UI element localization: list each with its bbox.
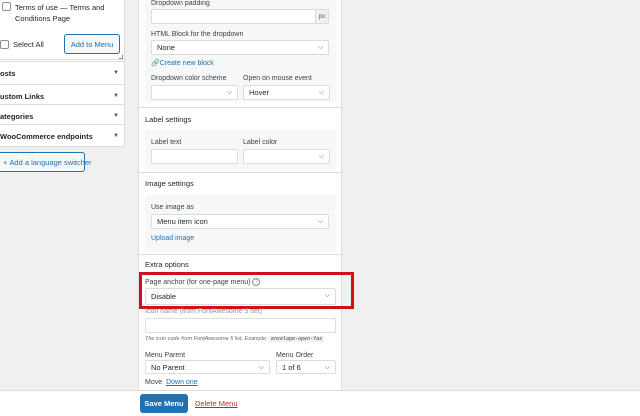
left-menu-panel: Terms of use — Terms and Conditions Page…	[0, 0, 125, 147]
icon-hint-code: envelope-open-fas	[269, 336, 325, 342]
plus-icon: +	[3, 157, 8, 167]
accordion-custom-links-label: ustom Links	[0, 91, 45, 101]
dropdown-color-select[interactable]: ⌵	[151, 85, 238, 100]
icon-name-label: Icon name (from FontAwesome 5 set)	[145, 308, 262, 315]
caret-down-icon: ▼	[113, 113, 119, 119]
px-suffix: px	[315, 10, 328, 23]
dropdown-padding-label: Dropdown padding	[151, 0, 210, 7]
chevron-down-icon: ⌵	[226, 89, 232, 96]
create-new-block-label: Create new block	[159, 60, 214, 67]
upload-image-link[interactable]: Upload image	[151, 235, 194, 242]
menu-parent-label: Menu Parent	[145, 352, 186, 359]
menu-order-value: 1 of 6	[282, 362, 301, 372]
open-on-mouse-value: Hover	[249, 88, 270, 97]
icon-name-input[interactable]	[145, 318, 336, 333]
accordion-posts-label: osts	[0, 68, 16, 78]
chevron-down-icon: ⌵	[317, 44, 323, 51]
add-language-switcher-button[interactable]: + Add a language switcher	[0, 152, 92, 172]
html-block-label: HTML Block for the dropdown	[151, 31, 244, 38]
accordion-woocommerce-endpoints[interactable]: WooCommerce endpoints ▼	[0, 124, 125, 147]
move-label: Move	[145, 379, 163, 386]
label-color-select[interactable]: ⌵	[243, 149, 330, 164]
caret-down-icon: ▼	[113, 133, 119, 139]
use-image-label: Use image as	[151, 204, 194, 211]
label-text-input[interactable]	[151, 149, 238, 164]
menu-parent-select[interactable]: No Parent ⌵	[145, 360, 270, 374]
move-row: Move Down one	[145, 379, 198, 386]
divider	[138, 254, 342, 255]
create-new-block-link[interactable]: 🔗Create new block	[151, 59, 214, 67]
select-all-label: Select All	[13, 40, 44, 49]
highlight-box	[139, 272, 354, 309]
label-color-label: Label color	[243, 139, 278, 146]
menu-order-label: Menu Order	[276, 352, 314, 359]
accordion-woocommerce-label: WooCommerce endpoints	[0, 131, 93, 141]
save-menu-button[interactable]: Save Menu	[140, 394, 188, 413]
select-all-checkbox[interactable]	[0, 40, 9, 49]
accordion-posts[interactable]: osts ▼	[0, 61, 125, 84]
icon-hint: The icon code from FontAwesome 5 list. E…	[145, 336, 325, 342]
image-settings-title: Image settings	[145, 179, 194, 188]
html-block-value: None	[157, 43, 175, 52]
menu-parent-value: No Parent	[151, 362, 185, 372]
extra-options-title: Extra options	[145, 260, 189, 269]
chevron-down-icon: ⌵	[317, 218, 323, 225]
chevron-down-icon: ⌵	[258, 364, 264, 371]
use-image-select[interactable]: Menu item icon ⌵	[151, 214, 329, 229]
terms-item[interactable]: Terms of use — Terms and Conditions Page	[2, 2, 105, 24]
resize-grip-icon[interactable]	[119, 55, 123, 59]
open-on-mouse-select[interactable]: Hover ⌵	[243, 85, 330, 100]
footer-bar	[0, 390, 640, 416]
label-settings-title: Label settings	[145, 115, 192, 124]
delete-menu-link[interactable]: Delete Menu	[195, 399, 238, 408]
add-to-menu-button[interactable]: Add to Menu	[64, 34, 120, 54]
divider	[138, 172, 342, 173]
link-icon: 🔗	[151, 60, 160, 67]
menu-order-select[interactable]: 1 of 6 ⌵	[276, 360, 336, 374]
caret-down-icon: ▼	[113, 70, 119, 76]
move-down-link[interactable]: Down one	[166, 379, 198, 386]
chevron-down-icon: ⌵	[318, 89, 324, 96]
icon-hint-text: The icon code from FontAwesome 5 list. E…	[145, 336, 268, 342]
html-block-select[interactable]: None ⌵	[151, 40, 329, 55]
chevron-down-icon: ⌵	[318, 153, 324, 160]
chevron-down-icon: ⌵	[324, 364, 330, 371]
terms-checkbox[interactable]	[2, 2, 11, 11]
dropdown-padding-input[interactable]: px	[151, 9, 329, 24]
select-all[interactable]: Select All	[0, 40, 44, 49]
use-image-value: Menu item icon	[157, 217, 208, 226]
label-text-label: Label text	[151, 139, 182, 146]
caret-down-icon: ▼	[113, 93, 119, 99]
accordion-categories-label: ategories	[0, 111, 34, 121]
terms-item-label: Terms of use — Terms and Conditions Page	[15, 3, 105, 23]
language-switcher-label: Add a language switcher	[9, 157, 92, 167]
open-on-mouse-label: Open on mouse event	[243, 75, 312, 82]
divider	[138, 107, 342, 108]
dropdown-color-label: Dropdown color scheme	[151, 75, 227, 82]
